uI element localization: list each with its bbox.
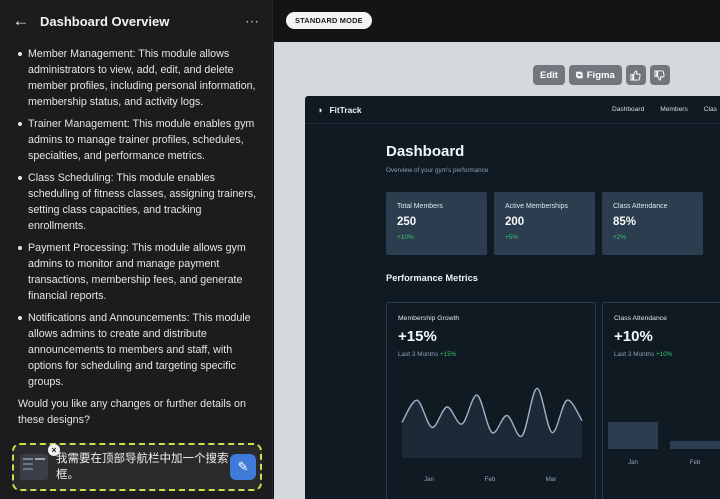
x-tick-label: Feb [690,459,701,466]
page-title: Dashboard [386,143,465,160]
thumbs-down-icon [654,69,665,81]
stat-label: Active Memberships [505,203,569,210]
list-item: Member Management: This module allows ad… [18,46,260,110]
attachment-thumbnail[interactable] [20,454,48,480]
logo-icon: ◑ [317,104,323,115]
stat-card-class-attendance: Class Attendance 85% +2% [602,192,703,255]
edit-button[interactable]: Edit [533,65,565,85]
thumbs-up-icon [630,69,641,81]
stat-label: Class Attendance [613,203,668,210]
preview-nav-links: Dashboard Members Clas [612,106,717,113]
canvas-topbar: STANDARD MODE [274,0,720,42]
chat-title: Dashboard Overview [40,13,170,29]
module-list: Member Management: This module allows ad… [18,46,260,390]
section-title: Performance Metrics [386,273,478,283]
nav-item-members[interactable]: Members [660,106,687,113]
card-label: Class Attendance [614,315,667,322]
stat-card-total-members: Total Members 250 +10% [386,192,487,255]
chat-message: Member Management: This module allows ad… [0,42,272,428]
nav-item-classes[interactable]: Clas [704,106,717,113]
class-attendance-bar-chart: Jan Feb [608,422,720,466]
pen-send-icon: ✎ [237,459,249,474]
x-tick-label: Jan [424,476,434,483]
x-tick-label: Mar [546,476,557,483]
send-button[interactable]: ✎ [230,454,256,480]
figma-button[interactable]: ⧉ Figma [568,65,622,85]
membership-growth-line-chart: Jan Feb Mar [401,387,583,483]
back-arrow-icon[interactable]: ← [12,11,30,30]
stat-value: 85% [613,216,637,228]
membership-growth-card: Membership Growth +15% Last 3 Months +15… [386,302,596,499]
brand-name: FitTrack [329,104,362,115]
x-tick-label: Jan [628,459,638,466]
copy-icon: ⧉ [575,69,583,81]
stat-value: 250 [397,216,417,228]
stat-label: Total Members [397,203,443,210]
mode-toggle[interactable]: STANDARD MODE [286,12,372,29]
more-options-icon[interactable]: ⋯ [245,13,260,30]
stat-change: +10% [397,234,414,241]
edit-label: Edit [540,69,558,81]
list-item: Notifications and Announcements: This mo… [18,310,260,390]
composer-input-text[interactable]: 我需要在顶部导航栏中加一个搜索框。 [56,451,230,483]
bar [670,440,720,449]
list-item: Class Scheduling: This module enables sc… [18,170,260,234]
card-label: Membership Growth [398,315,460,322]
stat-card-active-memberships: Active Memberships 200 +5% [494,192,595,255]
list-item: Trainer Management: This module enables … [18,116,260,164]
page-subtitle: Overview of your gym's performance [386,167,489,174]
fittrack-preview: ◑ FitTrack Dashboard Members Clas Dashbo… [305,96,720,499]
nav-item-dashboard[interactable]: Dashboard [612,106,644,113]
thumbs-down-button[interactable] [649,65,670,85]
design-canvas: Edit ⧉ Figma ◑ FitTrack Dashboard Member… [274,42,720,499]
stat-change: +5% [505,234,519,241]
stat-change: +2% [613,234,627,241]
bar [608,422,658,449]
x-tick-label: Feb [485,476,496,483]
chat-header: ← Dashboard Overview ⋯ [0,0,272,42]
thumbs-up-button[interactable] [625,65,646,85]
closing-question: Would you like any changes or further de… [18,398,246,426]
class-attendance-card: Class Attendance +10% Last 3 Months +10%… [602,302,720,499]
remove-attachment-icon[interactable]: × [48,444,60,456]
list-item: Payment Processing: This module allows g… [18,240,260,304]
stat-value: 200 [505,216,525,228]
figma-label: Figma [586,69,615,81]
preview-toolbar: Edit ⧉ Figma [533,65,670,85]
chat-panel: ← Dashboard Overview ⋯ Member Management… [0,0,273,499]
